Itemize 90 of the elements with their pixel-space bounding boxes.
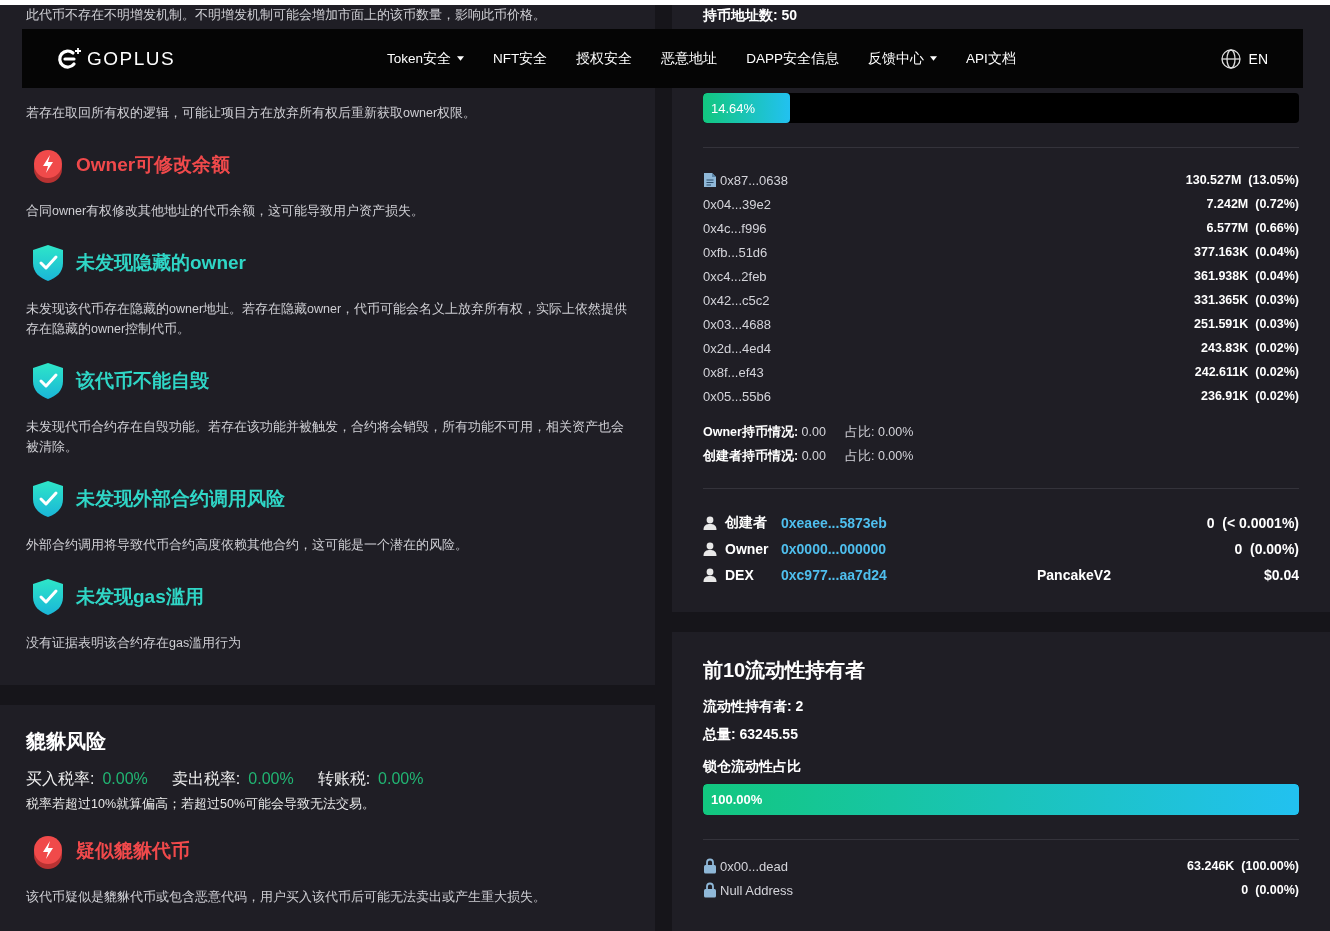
caret-icon [930,56,938,61]
nav-menu-item[interactable]: DAPP安全信息 [746,49,840,68]
check-description: 未发现该代币存在隐藏的owner地址。若存在隐藏owner，代币可能会名义上放弃所有权，实际上依然提供存在隐藏的owner控制代币。 [26,301,629,338]
holder-amount: 0 (0.00%) [1241,883,1299,897]
holder-address[interactable]: Null Address [720,882,793,898]
holder-address[interactable]: 0x42...c5c2 [703,292,770,308]
document-icon [703,172,717,188]
holder-address[interactable]: 0xfb...51d6 [703,244,768,260]
logo-icon [57,46,83,71]
nav-menu-item[interactable]: API文档 [966,49,1016,68]
check-title: 未发现外部合约调用风险 [76,487,285,511]
holder-amount: 130.527M (13.05%) [1185,173,1299,187]
tax-value: 0.00% [102,770,148,787]
holder-address[interactable]: 0x4c...f996 [703,220,767,236]
holder-address[interactable]: 0x87...0638 [720,172,788,188]
shield-check-icon [30,479,66,519]
nav-menu-item[interactable]: 授权安全 [576,49,633,68]
holding-share: 占比: 0.00% [845,448,914,465]
nav-menu-item[interactable]: NFT安全 [493,49,548,68]
nav-menu-item[interactable]: 恶意地址 [661,49,718,68]
bar-label: 锁仓流动性占比 [703,757,802,776]
address-link[interactable]: 0x0000...000000 [781,541,1037,557]
role-value: 0 (< 0.0001%) [1206,515,1299,531]
holder-count: 持币地址数: 50 [703,6,799,25]
holder-amount: 236.91K (0.02%) [1201,389,1299,403]
tax-value: 0.00% [248,770,294,787]
check-description: 外部合约调用将导致代币合约高度依赖其他合约，这可能是一个潜在的风险。 [26,537,469,554]
holding-share: 占比: 0.00% [845,424,914,441]
progress-label: 14.64% [710,100,756,116]
check-description: 该代币疑似是貔貅代币或包含恶意代码，用户买入该代币后可能无法卖出或产生重大损失。 [26,889,547,906]
person-icon [703,516,717,530]
check-title: 该代币不能自毁 [76,369,209,393]
language-button[interactable]: EN [1220,48,1268,69]
holder-amount: 63.246K (100.00%) [1187,859,1299,873]
holder-address[interactable]: 0x04...39e2 [703,196,771,212]
holder-amount: 377.163K (0.04%) [1194,245,1299,259]
address-link[interactable]: 0xc977...aa7d24 [781,567,1037,583]
shield-check-icon [30,361,66,401]
person-icon [703,542,717,556]
holder-address[interactable]: 0x00...dead [720,858,788,874]
logo-text[interactable]: GOPLUS [87,47,176,70]
tax-value: 0.00% [378,770,424,787]
lock-icon [703,858,717,874]
check-description: 合同owner有权修改其他地址的代币余额，这可能导致用户资产损失。 [26,203,426,220]
address-link[interactable]: 0xeaee...5873eb [781,515,1037,531]
liquidity-holder-count: 流动性持有者: 2 [703,697,805,716]
holder-amount: 331.365K (0.03%) [1194,293,1299,307]
role-value: $0.04 [1263,567,1299,583]
nav-menu-item[interactable]: 反馈中心 [868,49,938,68]
role-label: DEX [725,567,755,583]
tax-label: 买入税率: [26,770,95,787]
holder-address[interactable]: 0xc4...2feb [703,268,767,284]
holder-amount: 361.938K (0.04%) [1194,269,1299,283]
shield-check-icon [30,243,66,283]
check-description: 若存在取回所有权的逻辑，可能让项目方在放弃所有权后重新获取owner权限。 [26,105,478,122]
holder-amount: 251.591K (0.03%) [1194,317,1299,331]
holder-amount: 242.611K (0.02%) [1194,365,1299,379]
shield-check-icon [30,577,66,617]
holder-amount: 243.83K (0.02%) [1201,341,1299,355]
role-label: Owner [725,541,770,557]
check-title: 疑似貔貅代币 [76,839,190,863]
person-icon [703,568,717,582]
holding-info: Owner持币情况: 0.00 [703,424,827,441]
holder-address[interactable]: 0x05...55b6 [703,388,771,404]
section-title: 貔貅风险 [26,729,107,754]
liquidity-total: 总量: 63245.55 [703,725,799,744]
dex-platform: PancakeV2 [1037,567,1111,583]
lock-icon [703,882,717,898]
tax-note: 税率若超过10%就算偏高；若超过50%可能会导致无法交易。 [26,796,377,813]
nav-menu-item[interactable]: Token安全 [387,49,465,68]
holding-info: 创建者持币情况: 0.00 [703,448,827,465]
check-title: 未发现隐藏的owner [76,251,246,275]
holder-address[interactable]: 0x03...4688 [703,316,771,332]
role-value: 0 (0.00%) [1234,541,1299,557]
tax-label: 卖出税率: [171,770,241,787]
holder-amount: 6.577M (0.66%) [1206,221,1299,235]
section-title: 前10流动性持有者 [703,658,867,683]
check-description: 没有证据表明该合约存在gas滥用行为 [26,635,243,652]
check-description: 此代币不存在不明增发机制。不明增发机制可能会增加市面上的该币数量，影响此币价格。 [26,7,547,24]
tax-label: 转账税: [317,770,371,787]
holder-address[interactable]: 0x2d...4ed4 [703,340,771,356]
progress-label: 100.00% [710,792,763,807]
role-label: 创建者 [725,514,768,532]
holder-amount: 7.242M (0.72%) [1206,197,1299,211]
holder-address[interactable]: 0x8f...ef43 [703,364,764,380]
caret-icon [457,56,465,61]
check-title: Owner可修改余额 [76,153,231,177]
globe-icon [1220,48,1241,69]
check-description: 未发现代币合约存在自毁功能。若存在该功能并被触发，合约将会销毁，所有功能不可用，相关资产也会被清除。 [26,419,625,456]
check-title: 未发现gas滥用 [76,585,204,609]
